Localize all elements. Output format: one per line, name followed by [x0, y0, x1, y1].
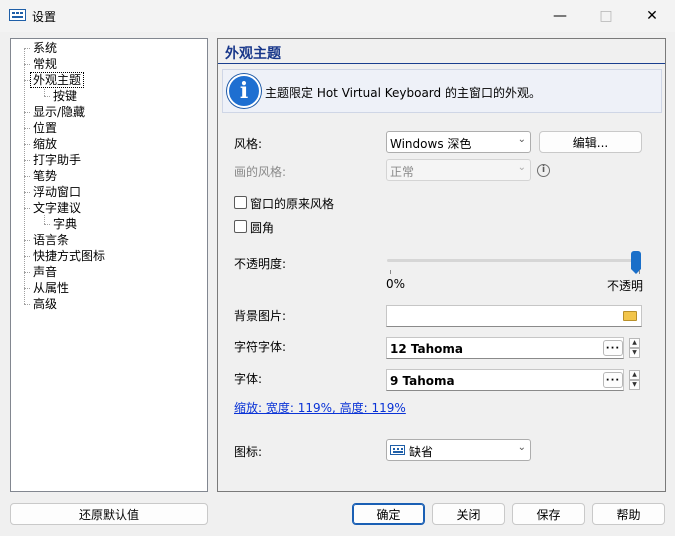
scale-link[interactable]: 缩放: 宽度: 119%, 高度: 119% — [234, 399, 406, 416]
tree-item-general[interactable]: 常规 — [31, 56, 59, 72]
tree-item-subordinate[interactable]: 从属性 — [31, 280, 71, 296]
rounded-corners-checkbox[interactable] — [234, 220, 247, 233]
font-up-arrow-icon[interactable]: ▲ — [629, 370, 640, 380]
tree-item-position[interactable]: 位置 — [31, 120, 59, 136]
icon-select[interactable]: 缺省 ⌄ — [386, 439, 531, 461]
minimize-button[interactable]: — — [537, 0, 583, 32]
appearance-theme-panel: 外观主题 i 主题限定 Hot Virtual Keyboard 的主窗口的外观… — [217, 38, 666, 492]
folder-icon[interactable] — [623, 311, 637, 321]
background-image-field[interactable] — [386, 305, 642, 327]
opacity-slider-thumb[interactable] — [631, 251, 641, 274]
maximize-icon: □ — [599, 8, 613, 24]
char-font-label: 字符字体: — [234, 340, 287, 354]
window-native-style-checkbox[interactable] — [234, 196, 247, 209]
save-button[interactable]: 保存 — [512, 503, 585, 525]
tree-item-gestures[interactable]: 笔势 — [31, 168, 59, 184]
panel-title: 外观主题 — [225, 46, 281, 62]
minimize-icon: — — [553, 8, 567, 24]
settings-tree[interactable]: 系统 常规 外观主题 按键 显示/隐藏 位置 缩放 打字助手 笔势 浮动窗口 文… — [10, 38, 208, 492]
tree-item-word-suggestions[interactable]: 文字建议 — [31, 200, 83, 216]
paint-style-value: 正常 — [390, 165, 415, 179]
opacity-max-label: 不透明 — [607, 279, 644, 293]
restore-defaults-button[interactable]: 还原默认值 — [10, 503, 208, 525]
background-image-label: 背景图片: — [234, 309, 287, 323]
tree-item-floating-window[interactable]: 浮动窗口 — [31, 184, 83, 200]
info-box: i 主题限定 Hot Virtual Keyboard 的主窗口的外观。 — [222, 69, 662, 113]
chevron-down-icon: ⌄ — [517, 162, 526, 173]
keyboard-icon — [390, 445, 405, 455]
close-dialog-button[interactable]: 关闭 — [432, 503, 505, 525]
icon-select-value: 缺省 — [409, 445, 434, 459]
tree-item-show-hide[interactable]: 显示/隐藏 — [31, 104, 87, 120]
close-button[interactable]: ✕ — [629, 0, 675, 32]
tree-item-shortcut-icon[interactable]: 快捷方式图标 — [31, 248, 107, 264]
panel-header: 外观主题 — [218, 39, 665, 64]
ok-button[interactable]: 确定 — [352, 503, 425, 525]
info-circle-icon[interactable]: i — [537, 164, 550, 177]
info-text: 主题限定 Hot Virtual Keyboard 的主窗口的外观。 — [265, 86, 541, 100]
tree-item-sound[interactable]: 声音 — [31, 264, 59, 280]
title-bar: 设置 — □ ✕ — [0, 0, 675, 32]
maximize-button: □ — [583, 0, 629, 32]
font-value: 9 Tahoma — [390, 374, 455, 388]
char-font-up-arrow-icon[interactable]: ▲ — [629, 338, 640, 348]
style-select-value: Windows 深色 — [390, 137, 472, 151]
char-font-browse-button[interactable]: ··· — [603, 340, 623, 356]
paint-style-select: 正常 ⌄ — [386, 159, 531, 181]
slider-tick — [390, 270, 391, 274]
opacity-slider-track[interactable] — [387, 259, 641, 262]
tree-item-system[interactable]: 系统 — [31, 40, 59, 56]
style-label: 风格: — [234, 137, 263, 151]
font-down-arrow-icon[interactable]: ▼ — [629, 380, 640, 390]
font-field[interactable]: 9 Tahoma ··· — [386, 369, 624, 391]
tree-item-dictionary[interactable]: 字典 — [51, 216, 79, 232]
icon-label: 图标: — [234, 445, 263, 459]
char-font-value: 12 Tahoma — [390, 342, 464, 356]
style-select[interactable]: Windows 深色 ⌄ — [386, 131, 531, 153]
tree-item-keys[interactable]: 按键 — [51, 88, 79, 104]
info-icon: i — [227, 74, 261, 108]
rounded-corners-label: 圆角 — [250, 221, 275, 235]
chevron-down-icon: ⌄ — [517, 134, 526, 145]
char-font-field[interactable]: 12 Tahoma ··· — [386, 337, 624, 359]
help-button[interactable]: 帮助 — [592, 503, 665, 525]
tree-item-advanced[interactable]: 高级 — [31, 296, 59, 312]
close-icon: ✕ — [646, 8, 658, 24]
tree-item-appearance-theme[interactable]: 外观主题 — [30, 72, 85, 88]
slider-tick — [639, 270, 640, 274]
font-label: 字体: — [234, 372, 263, 386]
keyboard-app-icon — [9, 9, 26, 21]
char-font-down-arrow-icon[interactable]: ▼ — [629, 348, 640, 358]
tree-item-language-bar[interactable]: 语言条 — [31, 232, 71, 248]
opacity-min-label: 0% — [386, 277, 406, 291]
paint-style-label: 画的风格: — [234, 165, 287, 179]
opacity-label: 不透明度: — [234, 257, 287, 271]
tree-item-scaling[interactable]: 缩放 — [31, 136, 59, 152]
window-native-style-label: 窗口的原来风格 — [250, 197, 335, 211]
font-browse-button[interactable]: ··· — [603, 372, 623, 388]
edit-button[interactable]: 编辑... — [539, 131, 642, 153]
tree-item-typing-assistant[interactable]: 打字助手 — [31, 152, 83, 168]
chevron-down-icon: ⌄ — [517, 442, 526, 453]
window-title: 设置 — [32, 10, 57, 24]
